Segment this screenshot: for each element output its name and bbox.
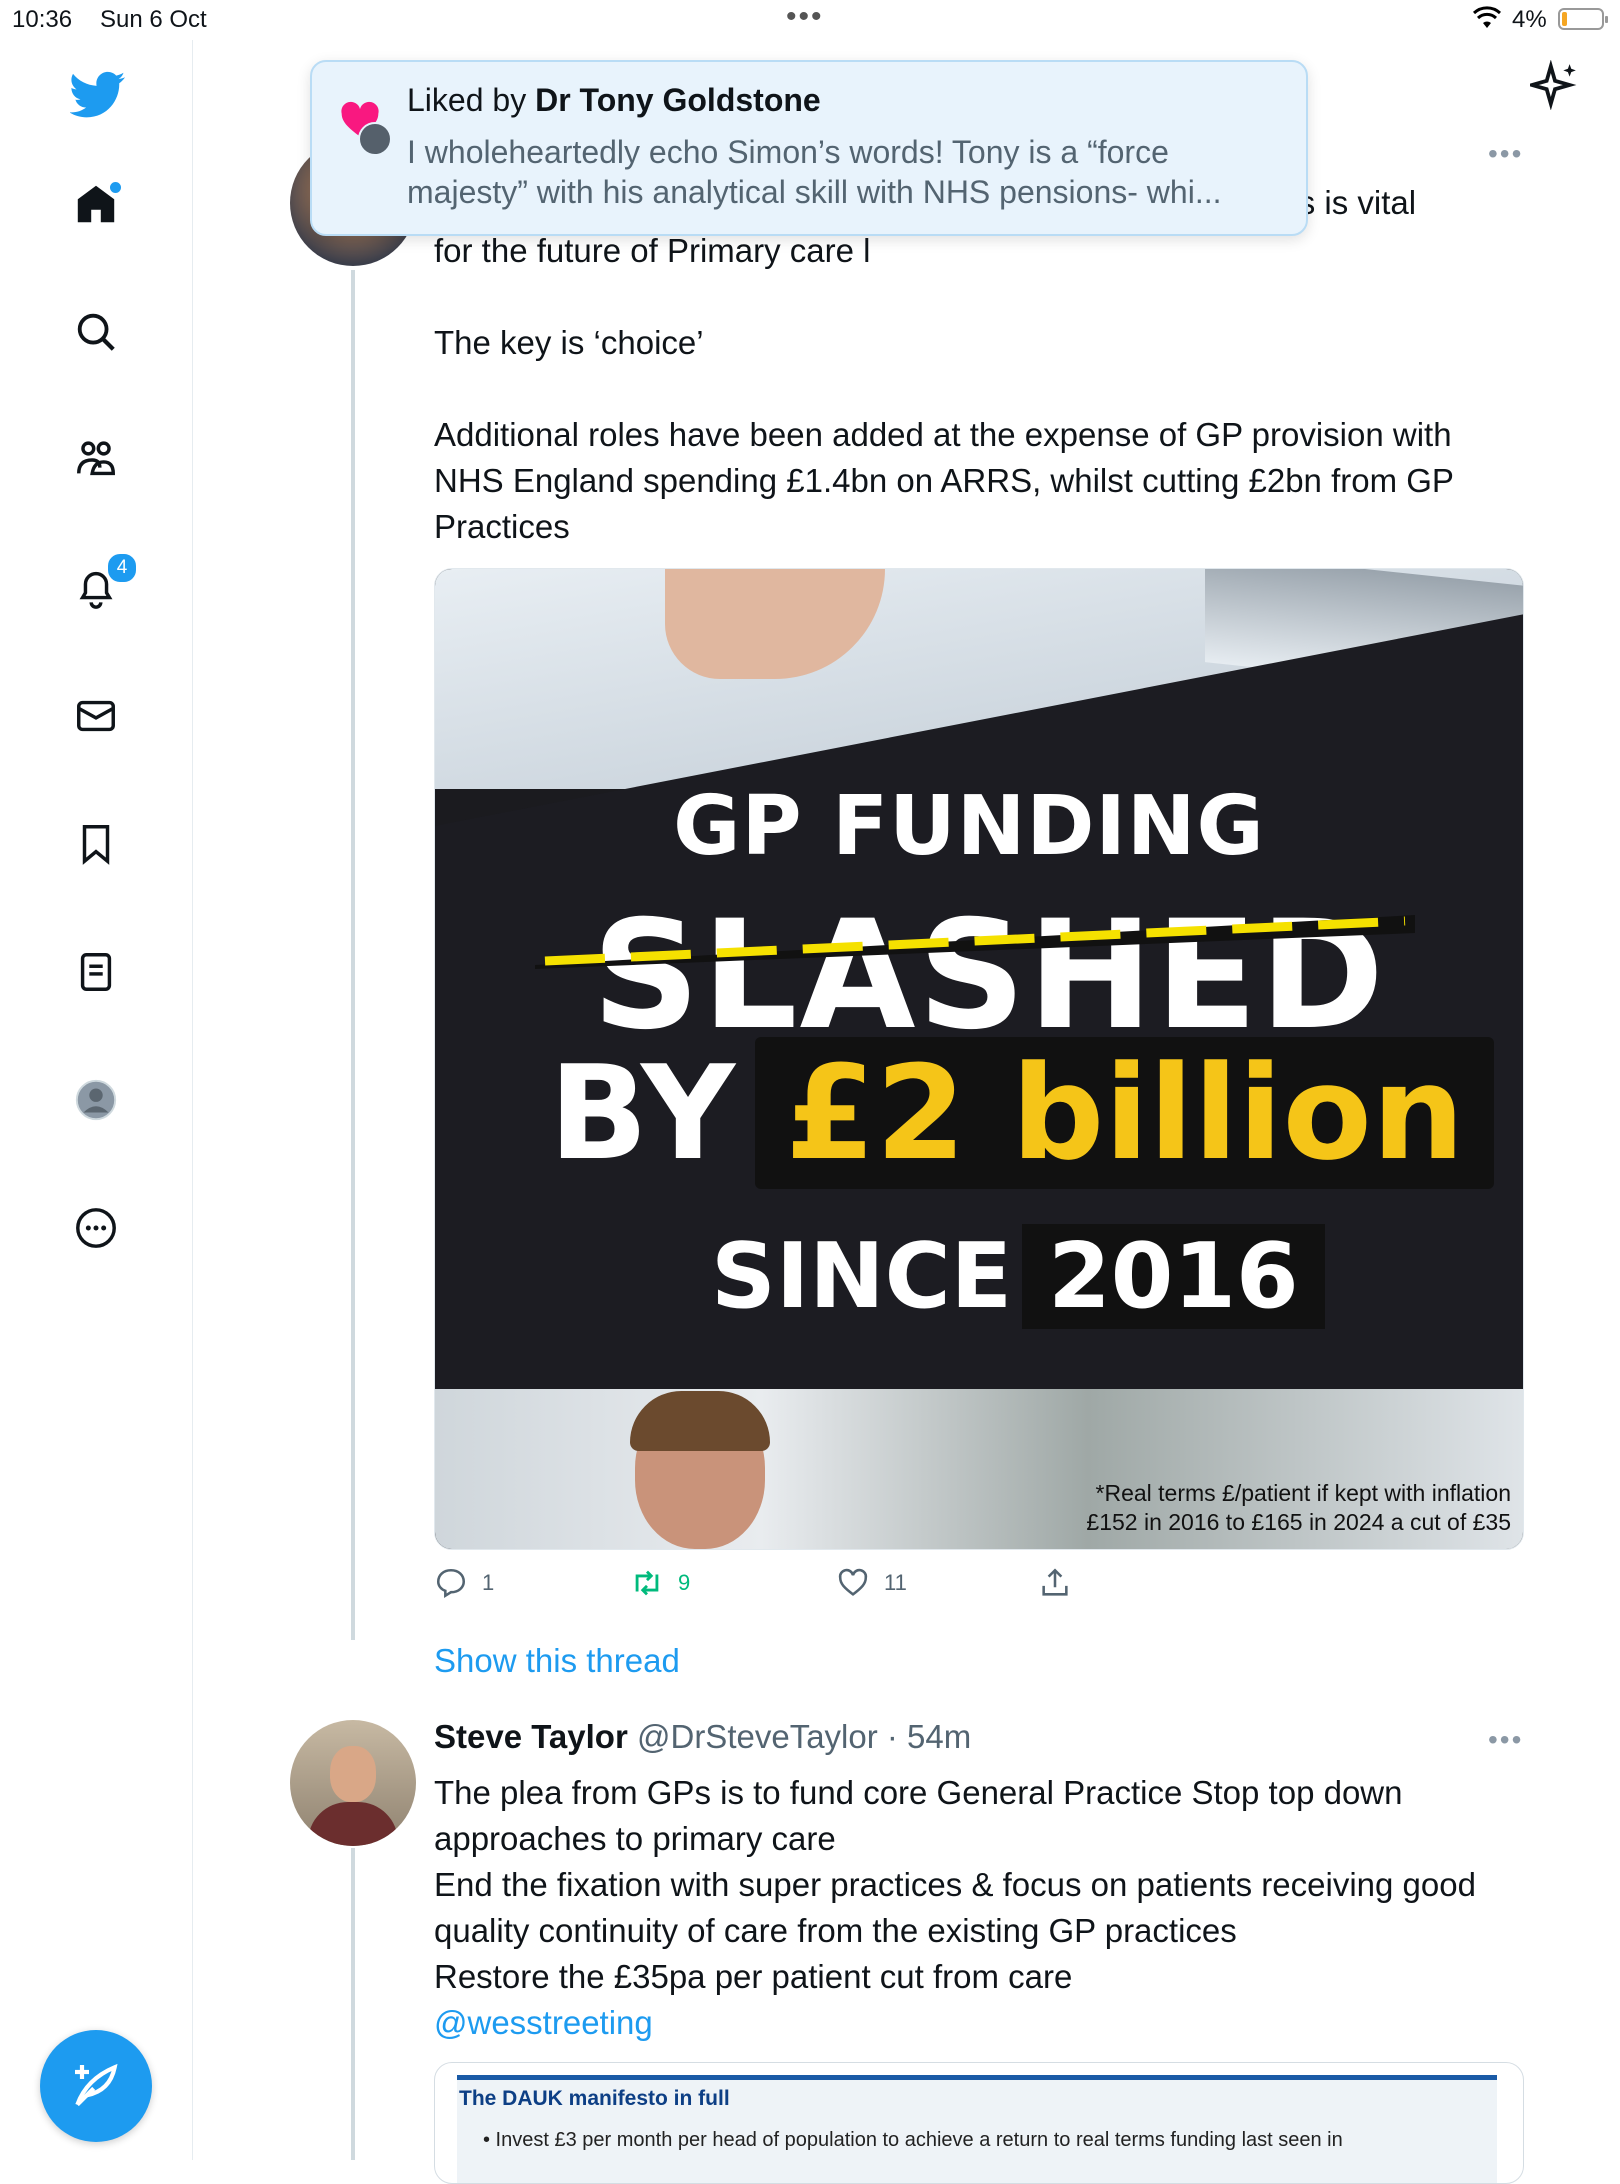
image-headline-3: BY £2 billion — [549, 1037, 1523, 1189]
thread-connector-line — [351, 1848, 355, 2160]
notification-user: Dr Tony Goldstone — [535, 82, 821, 118]
card-bullet: • Invest £3 per month per head of popula… — [483, 2129, 1343, 2151]
tweet-text-line: The key is ‘choice’ — [434, 324, 704, 361]
tweet2-text-line: End the fixation with super practices & … — [434, 1866, 1476, 1903]
top-tweets-sparkle-icon[interactable] — [1525, 59, 1580, 111]
image-footnote-line: *Real terms £/patient if kept with infla… — [1095, 1480, 1511, 1506]
steve-taylor-avatar[interactable] — [290, 1720, 416, 1846]
notification-title: Liked by Dr Tony Goldstone — [407, 82, 821, 119]
compose-feather-icon — [75, 2063, 118, 2107]
tweet-media-image[interactable]: GP FUNDING SLASHED BY £2 billion SINCE 201… — [434, 568, 1524, 1550]
like-count: 11 — [884, 1570, 907, 1595]
tweet2-header: Steve Taylor @DrSteveTaylor · 54m — [434, 1718, 971, 1756]
thread-connector-line — [351, 270, 355, 1640]
notification-body: I wholeheartedly echo Simon’s words! Ton… — [407, 132, 1287, 212]
tweet-text-line: NHS England spending £1.4bn on ARRS, whi… — [434, 462, 1454, 499]
status-time: 10:36 — [12, 6, 73, 33]
more-options-icon[interactable] — [70, 1202, 122, 1254]
sidebar-nav: 4 — [0, 40, 193, 2160]
notification-prefix: Liked by — [407, 82, 536, 118]
twitter-logo-icon[interactable] — [68, 64, 128, 124]
like-heart-icon — [838, 1568, 868, 1596]
search-icon[interactable] — [70, 306, 122, 358]
image-footnote-line: £152 in 2016 to £165 in 2024 a cut of £3… — [1086, 1509, 1511, 1535]
home-icon[interactable] — [70, 178, 123, 230]
tweet2-text-line: The plea from GPs is to fund core Genera… — [434, 1774, 1403, 1811]
reply-icon — [436, 1568, 466, 1599]
status-date: Sun 6 Oct — [100, 6, 207, 33]
tweet-more-icon[interactable]: ••• — [1488, 138, 1523, 170]
retweet-icon — [635, 1570, 659, 1596]
show-this-thread-link[interactable]: Show this thread — [434, 1642, 680, 1680]
tweet2-media-card[interactable]: The DAUK manifesto in full • Invest £3 p… — [434, 2062, 1524, 2184]
tweet-text-line: Additional roles have been added at the … — [434, 416, 1452, 453]
communities-icon[interactable] — [70, 434, 122, 486]
lists-icon[interactable] — [70, 946, 122, 998]
image-slash-mark — [535, 915, 1415, 969]
like-notification-banner[interactable]: Liked by Dr Tony Goldstone I wholehearte… — [310, 60, 1308, 236]
bookmarks-icon[interactable] — [70, 818, 122, 870]
home-new-dot — [108, 180, 123, 195]
reply-count: 1 — [482, 1570, 495, 1595]
liker-avatar — [358, 122, 392, 156]
notification-body-line: I wholeheartedly echo Simon’s words! Ton… — [407, 134, 1169, 170]
image-year-text: 2016 — [1022, 1224, 1325, 1329]
status-bar: 10:36 Sun 6 Oct ••• 4% — [0, 0, 1620, 40]
image-by-text: BY — [549, 1037, 736, 1189]
tweet2-more-icon[interactable]: ••• — [1488, 1724, 1523, 1756]
like-button[interactable]: 11 — [836, 1566, 907, 1600]
image-footnote: *Real terms £/patient if kept with infla… — [1086, 1479, 1511, 1537]
retweet-button[interactable]: 9 — [630, 1566, 690, 1600]
tweet2-text-line: approaches to primary care — [434, 1820, 836, 1857]
image-since-text: SINCE — [711, 1224, 1013, 1329]
card-title: The DAUK manifesto in full — [459, 2087, 730, 2110]
share-icon — [1042, 1568, 1068, 1596]
profile-avatar-icon[interactable] — [70, 1074, 122, 1126]
battery-icon — [1558, 8, 1608, 30]
tweet2-handle-time[interactable]: @DrSteveTaylor · 54m — [637, 1718, 971, 1755]
image-headline-4: SINCE 2016 — [711, 1224, 1523, 1329]
tweet2-text-line: quality continuity of care from the exis… — [434, 1912, 1237, 1949]
messages-mail-icon[interactable] — [70, 690, 122, 742]
image-person-hair — [630, 1391, 770, 1451]
notifications-bell-icon[interactable]: 4 — [70, 552, 138, 614]
share-button[interactable] — [1038, 1566, 1072, 1600]
wifi-icon — [1472, 6, 1502, 37]
retweet-count: 9 — [678, 1570, 691, 1595]
image-headline-1: GP FUNDING — [673, 779, 1265, 874]
multitasking-dots[interactable]: ••• — [786, 0, 824, 34]
tweet-text-line: Practices — [434, 508, 570, 545]
battery-percent: 4% — [1512, 6, 1547, 33]
compose-tweet-button[interactable] — [40, 2030, 152, 2142]
tweet2-author-name[interactable]: Steve Taylor — [434, 1718, 628, 1755]
mention-link[interactable]: @wesstreeting — [434, 2000, 1534, 2046]
reply-button[interactable]: 1 — [434, 1566, 494, 1600]
image-amount-text: £2 billion — [755, 1037, 1495, 1189]
tweet2-text-line: Restore the £35pa per patient cut from c… — [434, 1958, 1073, 1995]
tweet-action-bar: 1 9 11 — [434, 1566, 1434, 1606]
notification-count-badge: 4 — [106, 552, 138, 584]
notification-body-line: majesty” with his analytical skill with … — [407, 174, 1222, 210]
